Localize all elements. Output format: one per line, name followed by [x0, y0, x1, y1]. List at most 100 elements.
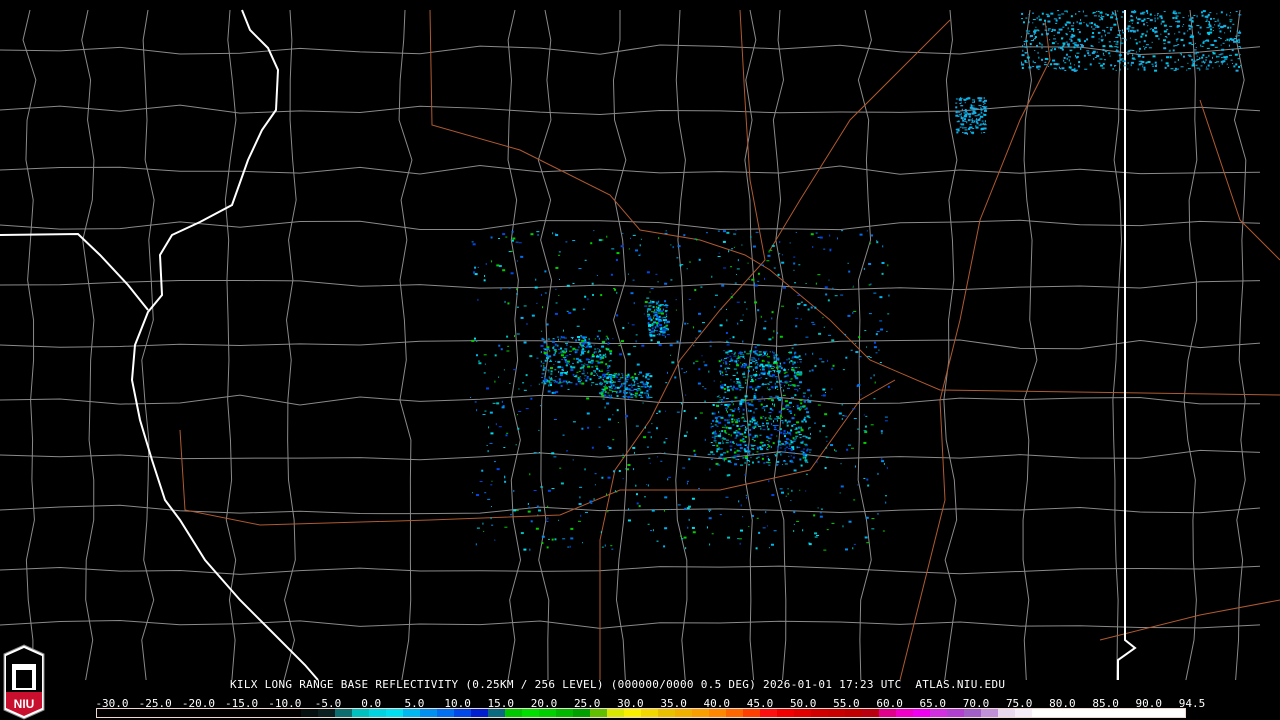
echo-pixel — [1138, 47, 1141, 50]
echo-pixel — [546, 520, 549, 522]
echo-pixel — [790, 449, 793, 452]
echo-pixel — [588, 338, 590, 341]
echo-pixel — [1145, 62, 1148, 64]
echo-pixel — [1140, 12, 1144, 15]
echo-pixel — [761, 454, 764, 456]
echo-pixel — [739, 382, 742, 384]
echo-pixel — [753, 373, 755, 376]
echo-pixel — [581, 346, 583, 348]
echo-pixel — [579, 377, 581, 380]
echo-pixel — [971, 99, 975, 101]
radar-map[interactable] — [0, 0, 1280, 720]
echo-pixel — [560, 354, 564, 357]
echo-pixel — [756, 371, 758, 373]
echo-pixel — [568, 311, 572, 314]
echo-pixel — [834, 295, 838, 297]
echo-pixel — [604, 384, 606, 386]
echo-pixel — [498, 237, 501, 239]
echo-pixel — [1129, 37, 1131, 39]
echo-pixel — [839, 492, 841, 494]
echo-pixel — [790, 459, 792, 462]
echo-pixel — [962, 119, 965, 122]
echo-pixel — [728, 427, 732, 430]
echo-pixel — [1202, 54, 1205, 57]
echo-pixel — [740, 365, 743, 368]
colorbar-swatch — [1066, 709, 1083, 717]
colorbar-swatch — [811, 709, 828, 717]
echo-pixel — [780, 387, 783, 389]
echo-pixel — [769, 415, 771, 418]
echo-pixel — [501, 406, 505, 409]
echo-pixel — [661, 334, 665, 336]
echo-pixel — [604, 394, 607, 397]
echo-pixel — [757, 377, 761, 379]
echo-pixel — [1123, 60, 1126, 63]
echo-pixel — [712, 404, 715, 407]
echo-pixel — [789, 384, 792, 386]
echo-pixel — [983, 109, 987, 112]
echo-pixel — [1134, 10, 1137, 13]
echo-pixel — [647, 484, 649, 487]
echo-pixel — [782, 407, 785, 410]
echo-pixel — [577, 335, 581, 338]
echo-pixel — [644, 301, 648, 304]
echo-pixel — [768, 411, 772, 413]
echo-pixel — [1134, 29, 1136, 31]
echo-pixel — [666, 320, 670, 323]
echo-pixel — [1098, 62, 1101, 64]
echo-pixel — [847, 262, 849, 264]
echo-pixel — [543, 348, 547, 350]
echo-pixel — [725, 397, 729, 399]
echo-pixel — [597, 336, 599, 338]
echo-pixel — [978, 113, 981, 115]
echo-pixel — [1202, 41, 1205, 44]
echo-pixel — [549, 379, 553, 381]
echo-pixel — [877, 472, 879, 475]
echo-pixel — [642, 375, 644, 378]
echo-pixel — [530, 233, 534, 236]
echo-pixel — [1029, 43, 1032, 46]
echo-pixel — [543, 378, 547, 381]
echo-pixel — [1145, 10, 1148, 13]
echo-pixel — [627, 519, 631, 522]
echo-pixel — [1229, 38, 1232, 40]
echo-pixel — [963, 115, 967, 118]
echo-pixel — [490, 484, 493, 486]
echo-pixel — [763, 406, 767, 408]
echo-pixel — [661, 331, 665, 333]
echo-pixel — [693, 326, 695, 329]
echo-pixel — [591, 446, 594, 449]
echo-pixel — [955, 98, 958, 100]
echo-pixel — [1115, 17, 1118, 20]
echo-pixel — [1055, 19, 1058, 22]
echo-pixel — [1104, 34, 1106, 37]
echo-pixel — [633, 381, 635, 384]
echo-pixel — [785, 446, 788, 448]
echo-pixel — [606, 370, 610, 372]
echo-pixel — [869, 357, 872, 359]
echo-pixel — [756, 344, 760, 346]
echo-pixel — [679, 264, 682, 267]
echo-pixel — [657, 325, 659, 327]
echo-pixel — [727, 405, 729, 408]
echo-pixel — [616, 391, 618, 394]
echo-pixel — [747, 409, 749, 412]
echo-pixel — [984, 108, 987, 110]
echo-pixel — [618, 379, 621, 381]
echo-pixel — [972, 120, 974, 122]
echo-pixel — [618, 345, 621, 347]
echo-pixel — [1234, 53, 1238, 56]
echo-pixel — [728, 360, 731, 362]
echo-pixel — [628, 508, 630, 511]
echo-pixel — [600, 356, 602, 358]
echo-pixel — [1231, 63, 1233, 65]
echo-pixel — [729, 461, 732, 463]
echo-pixel — [1176, 25, 1179, 28]
echo-pixel — [730, 434, 732, 437]
echo-pixel — [644, 386, 647, 389]
echo-pixel — [683, 372, 686, 374]
echo-pixel — [751, 421, 753, 424]
echo-pixel — [1053, 18, 1057, 20]
echo-pixel — [765, 364, 769, 367]
echo-pixel — [609, 360, 612, 362]
